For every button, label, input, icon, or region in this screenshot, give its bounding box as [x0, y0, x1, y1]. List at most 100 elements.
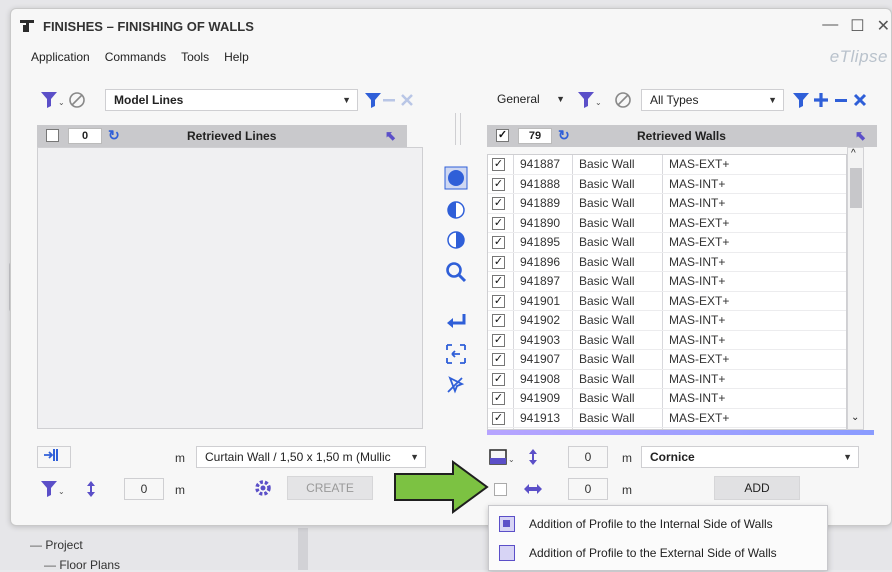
- combo-value: Cornice: [650, 450, 695, 464]
- menu-help[interactable]: Help: [224, 50, 249, 64]
- row-checkbox[interactable]: ✓: [492, 197, 505, 210]
- deselect-cursor-icon[interactable]: [444, 374, 468, 398]
- menu-tools[interactable]: Tools: [181, 50, 209, 64]
- table-row[interactable]: ✓ 941888 Basic Wall MAS-INT+: [488, 175, 846, 194]
- table-row[interactable]: ✓ 941887 Basic Wall MAS-EXT+: [488, 155, 846, 175]
- select-cursor-icon[interactable]: ⬉: [855, 128, 866, 144]
- row-checkbox[interactable]: ✓: [492, 255, 505, 269]
- return-arrow-icon[interactable]: [444, 310, 468, 334]
- isolate-selection-icon[interactable]: [444, 342, 468, 366]
- add-button[interactable]: ADD: [714, 476, 800, 500]
- clear-all-icon[interactable]: [852, 92, 870, 110]
- table-row[interactable]: ✓ 941902 Basic Wall MAS-INT+: [488, 311, 846, 331]
- table-row[interactable]: ✓ 941895 Basic Wall MAS-EXT+: [488, 233, 846, 253]
- clear-filter-icon[interactable]: [614, 91, 632, 109]
- family-name: Basic Wall: [579, 274, 635, 288]
- row-checkbox[interactable]: ✓: [492, 294, 505, 308]
- half-left-circle-icon[interactable]: [444, 198, 468, 222]
- menu-commands[interactable]: Commands: [105, 50, 166, 64]
- offset-value-field[interactable]: 0: [124, 478, 164, 500]
- half-right-circle-icon[interactable]: [444, 228, 468, 252]
- table-scrollbar[interactable]: ^ ⌄: [847, 147, 864, 430]
- type-name: MAS-INT+: [669, 176, 726, 191]
- settings-gear-icon[interactable]: [254, 478, 272, 496]
- table-row[interactable]: ✓ 941896 Basic Wall MAS-INT+: [488, 253, 846, 272]
- curtain-wall-type-combo[interactable]: Curtain Wall / 1,50 x 1,50 m (Mullic ▼: [196, 446, 426, 468]
- remove-disabled-icon[interactable]: [382, 92, 400, 110]
- close-button[interactable]: ✕: [877, 16, 890, 36]
- select-all-circle-icon[interactable]: [444, 166, 468, 190]
- vertical-offset-icon[interactable]: [527, 448, 545, 466]
- tree-item-project[interactable]: — Project: [30, 538, 83, 552]
- scroll-up-icon[interactable]: ^: [851, 148, 856, 159]
- chevron-down-icon: ▼: [342, 95, 351, 105]
- combo-value: Model Lines: [114, 93, 184, 107]
- row-checkbox[interactable]: ✓: [492, 158, 505, 171]
- walls-table[interactable]: ✓ 941887 Basic Wall MAS-EXT+ ✓ 941888 Basic Wa…: [487, 154, 847, 430]
- row-checkbox[interactable]: ✓: [492, 216, 505, 230]
- zoom-search-icon[interactable]: [444, 260, 468, 284]
- table-row[interactable]: ✓ 941909 Basic Wall MAS-INT+: [488, 389, 846, 409]
- select-cursor-icon[interactable]: ⬉: [385, 128, 396, 144]
- split-line-button[interactable]: [37, 446, 71, 468]
- filter-dropdown-icon[interactable]: ⌄: [40, 91, 65, 109]
- window-title: FINISHES – FINISHING OF WALLS: [19, 18, 254, 34]
- scroll-thumb[interactable]: [850, 168, 862, 208]
- row-checkbox[interactable]: ✓: [492, 333, 505, 347]
- row-checkbox[interactable]: ✓: [492, 392, 505, 405]
- filter-dropdown-icon[interactable]: ⌄: [40, 480, 65, 498]
- add-filter-icon[interactable]: [812, 91, 830, 109]
- offset-value-field[interactable]: 0: [568, 478, 608, 500]
- type-filter-combo[interactable]: All Types ▼: [641, 89, 784, 111]
- remove-filter-icon[interactable]: [834, 92, 852, 110]
- chevron-down-icon: ▼: [843, 452, 852, 462]
- table-row[interactable]: ✓ 941897 Basic Wall MAS-INT+: [488, 272, 846, 292]
- scrollbar[interactable]: [298, 528, 308, 570]
- row-checkbox[interactable]: ✓: [492, 275, 505, 288]
- table-row[interactable]: ✓ 941889 Basic Wall MAS-INT+: [488, 194, 846, 214]
- profile-combo[interactable]: Cornice ▼: [641, 446, 859, 468]
- create-button[interactable]: CREATE: [287, 476, 373, 500]
- table-row[interactable]: ✓ 941908 Basic Wall MAS-INT+: [488, 370, 846, 389]
- filter-dropdown-icon[interactable]: ⌄: [577, 91, 602, 109]
- model-lines-combo[interactable]: Model Lines ▼: [105, 89, 358, 111]
- menu-application[interactable]: Application: [31, 50, 90, 64]
- height-value-field[interactable]: 0: [568, 446, 608, 468]
- select-all-checkbox[interactable]: ✓: [496, 129, 509, 142]
- clear-all-disabled-icon[interactable]: [399, 92, 417, 110]
- row-checkbox[interactable]: ✓: [492, 353, 505, 366]
- table-row[interactable]: ✓ 941890 Basic Wall MAS-EXT+: [488, 214, 846, 233]
- row-checkbox[interactable]: ✓: [492, 236, 505, 249]
- row-checkbox[interactable]: ✓: [492, 177, 505, 191]
- row-checkbox[interactable]: ✓: [492, 372, 505, 386]
- maximize-button[interactable]: ☐: [850, 16, 864, 36]
- minimize-button[interactable]: —: [822, 16, 838, 36]
- panel-splitter[interactable]: [455, 113, 461, 145]
- table-row[interactable]: ✓ 941907 Basic Wall MAS-EXT+: [488, 350, 846, 370]
- element-id: 941913: [520, 410, 561, 425]
- row-checkbox[interactable]: ✓: [492, 314, 505, 327]
- table-row[interactable]: ✓ 941903 Basic Wall MAS-INT+: [488, 331, 846, 350]
- table-row[interactable]: ✓ 941913 Basic Wall MAS-EXT+: [488, 409, 846, 428]
- profile-position-icon[interactable]: ⌄: [489, 448, 515, 466]
- filter-blue-icon[interactable]: [364, 92, 382, 110]
- category-combo[interactable]: General ▼: [489, 89, 571, 111]
- popup-item-internal[interactable]: Addition of Profile to the Internal Side…: [489, 510, 829, 538]
- family-name: Basic Wall: [579, 332, 635, 347]
- unit-label: m: [622, 451, 632, 465]
- filter-blue-icon[interactable]: [792, 92, 810, 110]
- row-checkbox[interactable]: ✓: [492, 411, 505, 425]
- profile-side-checkbox[interactable]: [494, 483, 507, 496]
- retrieved-lines-list[interactable]: [37, 147, 423, 429]
- select-all-checkbox[interactable]: [46, 129, 59, 142]
- table-row[interactable]: ✓ 941901 Basic Wall MAS-EXT+: [488, 292, 846, 311]
- popup-item-external[interactable]: Addition of Profile to the External Side…: [489, 539, 829, 567]
- refresh-icon[interactable]: ↻: [558, 127, 570, 144]
- family-name: Basic Wall: [579, 196, 635, 210]
- chevron-down-icon: ▼: [556, 94, 565, 104]
- scroll-down-icon[interactable]: ⌄: [851, 412, 859, 423]
- clear-filter-icon[interactable]: [68, 91, 86, 109]
- vertical-offset-icon[interactable]: [85, 480, 103, 498]
- horizontal-offset-icon[interactable]: [522, 480, 542, 498]
- refresh-icon[interactable]: ↻: [108, 127, 120, 144]
